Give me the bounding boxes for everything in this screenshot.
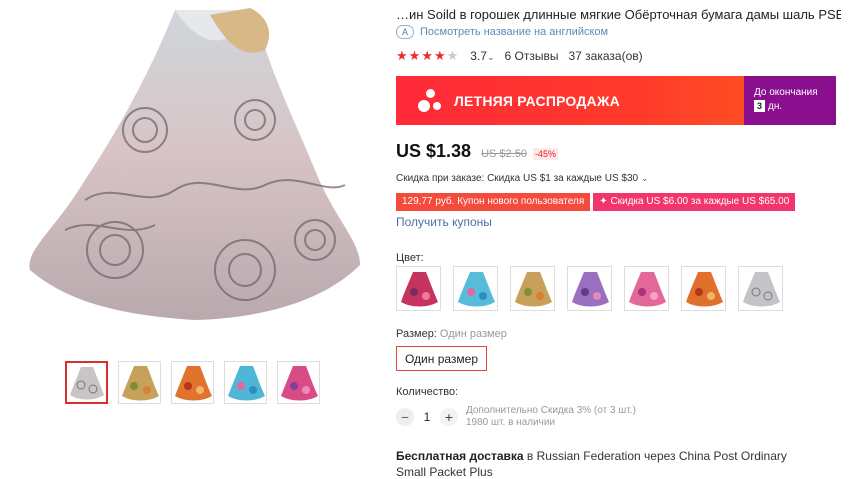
scarf-thumb-icon: [175, 366, 212, 401]
plus-icon: ✦: [599, 196, 611, 207]
get-coupons-link[interactable]: Получить купоны: [396, 215, 492, 229]
size-label: Размер: Один размер: [396, 328, 507, 340]
scarf-swatch-icon: [629, 272, 666, 307]
timer-days: 3: [754, 100, 766, 112]
scarf-swatch-icon: [572, 272, 609, 307]
timer-unit: дн.: [768, 101, 783, 112]
thumbnail-1[interactable]: [65, 361, 108, 404]
sale-logo-icon: [416, 87, 444, 115]
product-title-line: …ин Soild в горошек длинные мягкие Обёрт…: [396, 7, 841, 22]
scarf-image: [29, 8, 360, 320]
quantity-stepper: − 1 + Дополнительно Скидка 3% (от 3 шт.)…: [396, 405, 636, 429]
scarf-swatch-icon: [743, 272, 780, 307]
scarf-swatch-icon: [686, 272, 723, 307]
order-discount-text: Скидка при заказе: Скидка US $1 за кажды…: [396, 173, 639, 184]
scarf-swatch-icon: [515, 272, 552, 307]
scarf-swatch-icon: [458, 272, 495, 307]
discount-badge: -45%: [532, 148, 558, 160]
new-user-coupon[interactable]: 129,77 руб. Купон нового пользователя: [396, 193, 591, 211]
stock-text: 1980 шт. в наличии: [466, 417, 556, 428]
size-label-text: Размер:: [396, 328, 437, 340]
quantity-value[interactable]: 1: [414, 410, 440, 424]
old-price: US $2.50: [481, 148, 527, 160]
color-swatch-7[interactable]: [738, 266, 783, 311]
size-option-one-size[interactable]: Один размер: [396, 346, 487, 371]
current-price: US $1.38: [396, 141, 472, 161]
quantity-label: Количество:: [396, 386, 459, 398]
scarf-thumb-icon: [70, 367, 104, 400]
star-icon: ★: [396, 48, 408, 63]
chevron-down-icon: ⌄: [486, 52, 495, 62]
color-swatches: [396, 266, 783, 311]
coupons-row: 129,77 руб. Купон нового пользователя ✦ …: [396, 193, 796, 211]
translate-icon: A: [396, 25, 414, 39]
color-label: Цвет:: [396, 252, 424, 264]
store-coupon[interactable]: ✦ Скидка US $6.00 за каждые US $65.00: [593, 193, 796, 211]
star-empty-icon: ★: [446, 48, 459, 63]
color-swatch-6[interactable]: [681, 266, 726, 311]
product-title: …ин Soild в горошек длинные мягкие Обёрт…: [396, 0, 841, 24]
banner-title: ЛЕТНЯЯ РАСПРОДАЖА: [454, 92, 620, 109]
summer-sale-banner[interactable]: ЛЕТНЯЯ РАСПРОДАЖА До окончания 3 дн.: [396, 76, 836, 125]
plus-icon[interactable]: +: [440, 408, 458, 426]
thumbnail-4[interactable]: [224, 361, 267, 404]
rating-stars[interactable]: ★ ★ ★ ★ ★: [396, 49, 458, 63]
thumbnail-strip: [65, 361, 320, 404]
color-swatch-5[interactable]: [624, 266, 669, 311]
main-product-image[interactable]: [25, 0, 365, 345]
price-row: US $1.38 US $2.50 -45%: [396, 141, 558, 162]
scarf-swatch-icon: [401, 272, 438, 307]
translate-link-label: Посмотреть название на английском: [420, 26, 609, 38]
free-shipping-label: Бесплатная доставка: [396, 449, 524, 463]
timer-label: До окончания: [754, 87, 818, 98]
quantity-info: Дополнительно Скидка 3% (от 3 шт.) 1980 …: [466, 405, 636, 429]
scarf-thumb-icon: [281, 366, 318, 401]
order-discount-info[interactable]: Скидка при заказе: Скидка US $1 за кажды…: [396, 173, 648, 184]
thumbnail-3[interactable]: [171, 361, 214, 404]
shipping-info: Бесплатная доставка в Russian Federation…: [396, 448, 816, 479]
chevron-down-icon: ⌄: [640, 173, 649, 183]
color-swatch-3[interactable]: [510, 266, 555, 311]
star-icon: ★: [421, 48, 433, 63]
sale-countdown: До окончания 3 дн.: [744, 76, 836, 125]
rating-score[interactable]: 3.7⌄: [470, 49, 494, 63]
minus-icon[interactable]: −: [396, 408, 414, 426]
star-icon: ★: [433, 48, 446, 63]
star-icon: ★: [408, 48, 421, 63]
thumbnail-2[interactable]: [118, 361, 161, 404]
orders-count: 37 заказа(ов): [568, 49, 643, 63]
color-swatch-4[interactable]: [567, 266, 612, 311]
color-swatch-2[interactable]: [453, 266, 498, 311]
rating-score-value: 3.7: [470, 49, 487, 63]
translate-link[interactable]: A Посмотреть название на английском: [396, 25, 608, 39]
size-selected: Один размер: [439, 328, 507, 340]
rating-row: ★ ★ ★ ★ ★ 3.7⌄ 6 Отзывы 37 заказа(ов): [396, 49, 643, 64]
color-swatch-1[interactable]: [396, 266, 441, 311]
thumbnail-5[interactable]: [277, 361, 320, 404]
scarf-thumb-icon: [122, 366, 159, 401]
scarf-thumb-icon: [228, 366, 265, 401]
reviews-link[interactable]: 6 Отзывы: [505, 49, 559, 63]
store-coupon-label: Скидка US $6.00 за каждые US $65.00: [610, 196, 790, 207]
extra-discount-text: Дополнительно Скидка 3% (от 3 шт.): [466, 405, 636, 416]
